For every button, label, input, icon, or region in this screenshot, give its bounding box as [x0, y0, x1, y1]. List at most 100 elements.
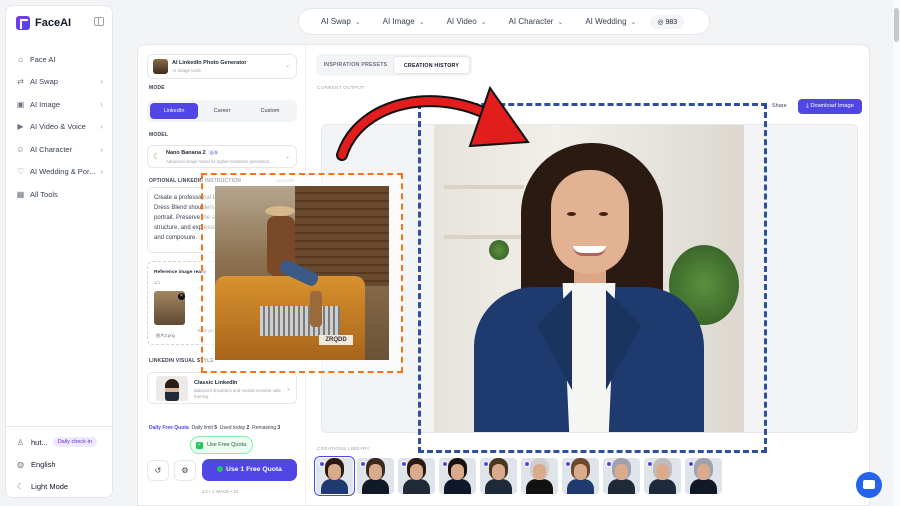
language-selector[interactable]: ◍ English	[6, 453, 112, 475]
tool-selector[interactable]: AI LinkedIn Photo Generator AI Image too…	[147, 54, 297, 79]
topnav-ai-image[interactable]: AI Image ⌄	[383, 17, 425, 26]
sidebar-item-ai-wedding[interactable]: ♡ AI Wedding & Por... ›	[6, 161, 112, 184]
swap-icon: ⇄	[17, 77, 24, 87]
sidebar-item-ai-video-voice[interactable]: ▶ AI Video & Voice ›	[6, 116, 112, 139]
library-thumbnail[interactable]	[685, 458, 722, 494]
visual-style-selector[interactable]: Classic LinkedIn Balanced shoulders and …	[147, 372, 297, 404]
history-badge-icon	[401, 461, 407, 467]
history-badge-icon	[565, 461, 571, 467]
sliders-icon: ⚙	[181, 466, 189, 475]
reset-button[interactable]: ↺	[147, 460, 169, 481]
chevron-down-icon: ⌄	[557, 19, 564, 26]
library-thumbnail[interactable]	[562, 458, 599, 494]
sidebar-item-ai-image[interactable]: ▣ AI Image ›	[6, 93, 112, 116]
library-thumbnail[interactable]	[398, 458, 435, 494]
library-thumbnail[interactable]	[644, 458, 681, 494]
sidebar-item-all-tools[interactable]: ▦ All Tools	[6, 183, 112, 206]
settings-button[interactable]: ⚙	[174, 460, 196, 481]
topnav-ai-wedding[interactable]: AI Wedding ⌄	[585, 17, 636, 26]
thumbnail-face	[328, 464, 341, 480]
top-nav: AI Swap ⌄ AI Image ⌄ AI Video ⌄ AI Characte…	[298, 8, 710, 35]
user-icon: ♙	[16, 437, 25, 447]
library-thumbnail[interactable]	[314, 456, 355, 496]
library-thumbnail[interactable]	[521, 458, 558, 494]
model-label: MODEL	[149, 132, 169, 138]
theme-label: Light Mode	[31, 481, 69, 491]
coin-icon	[217, 465, 224, 472]
reference-filename: 图片3.png	[156, 333, 175, 338]
use-free-quota-label: Use Free Quota	[207, 442, 247, 448]
topnav-ai-swap[interactable]: AI Swap ⌄	[321, 17, 361, 26]
quota-limit: 5	[214, 425, 218, 431]
moon-icon: ☾	[16, 481, 25, 491]
thumbnail-body	[649, 479, 676, 494]
credits-count: 983	[665, 18, 678, 26]
style-name: Classic LinkedIn	[194, 380, 238, 386]
chevron-down-icon: ⌄	[418, 19, 425, 26]
sidebar-item-ai-swap[interactable]: ⇄ AI Swap ›	[6, 71, 112, 94]
chevron-down-icon: ⌄	[354, 19, 361, 26]
chevron-down-icon: ⌄	[480, 19, 487, 26]
thumbnail-body	[362, 479, 389, 494]
theme-toggle[interactable]: ☾ Light Mode	[6, 475, 112, 497]
cowboy-hat	[265, 206, 295, 216]
sidebar-collapse-icon[interactable]	[94, 17, 104, 26]
credits-badge[interactable]: ◎ 983	[650, 14, 685, 29]
reset-icon: ↺	[154, 466, 162, 475]
chat-support-button[interactable]	[856, 472, 882, 498]
app-logo[interactable]: FaceAI	[16, 16, 71, 30]
library-thumbnail[interactable]	[603, 458, 640, 494]
use-free-quota-toggle[interactable]: ✓ Use Free Quota	[190, 436, 253, 454]
sidebar-item-label: All Tools	[30, 189, 58, 199]
app-name: FaceAI	[35, 17, 72, 29]
thumbnail-face	[533, 464, 546, 480]
scrollbar-thumb[interactable]	[894, 8, 899, 42]
banana-icon: ☾	[153, 152, 161, 161]
reference-count: 1/1	[154, 280, 161, 285]
tab-inspiration-presets[interactable]: INSPIRATION PRESETS	[318, 56, 393, 74]
history-badge-icon	[360, 461, 366, 467]
style-description: Balanced shoulders and neutral recruiter…	[194, 388, 281, 399]
checkbox-checked-icon: ✓	[196, 441, 203, 449]
thumbnail-face	[492, 464, 505, 480]
library-thumbnail[interactable]	[439, 458, 476, 494]
model-selector[interactable]: ☾ Nano Banana 2 ◎ 5 Advanced image model …	[147, 145, 297, 168]
thumbnail-body	[485, 479, 512, 494]
tool-thumbnail	[153, 59, 168, 74]
user-profile[interactable]: ♙ hut... Daily check-in	[6, 431, 112, 453]
thumbnail-body	[567, 479, 594, 494]
faceai-logo-icon	[16, 16, 30, 30]
thumbnail-face	[410, 464, 423, 480]
generation-footnote: 1/1 • 1 IMAGE • 10	[202, 489, 238, 494]
tab-creation-history[interactable]: CREATION HISTORY	[393, 56, 470, 74]
remove-reference-icon[interactable]: ×	[178, 293, 185, 300]
sidebar-item-label: Face AI	[30, 54, 56, 64]
download-image-button[interactable]: ⤓ Download Image	[798, 99, 862, 114]
history-badge-icon	[524, 461, 530, 467]
output-tabs: INSPIRATION PRESETS CREATION HISTORY	[316, 54, 472, 76]
library-thumbnail[interactable]	[480, 458, 517, 494]
topnav-ai-character[interactable]: AI Character ⌄	[509, 17, 564, 26]
thumbnail-face	[574, 464, 587, 480]
thumbnail-face	[369, 464, 382, 480]
topnav-ai-video[interactable]: AI Video ⌄	[447, 17, 487, 26]
tool-subtitle: AI Image tools	[172, 68, 201, 73]
mode-custom-button[interactable]: Custom	[246, 103, 294, 119]
language-label: English	[31, 459, 56, 469]
sidebar-item-label: AI Image	[30, 99, 61, 109]
generate-button[interactable]: Use 1 Free Quota	[202, 459, 297, 481]
sidebar-item-label: AI Swap	[30, 77, 58, 87]
share-button[interactable]: Share	[772, 103, 787, 109]
page-scrollbar[interactable]	[893, 0, 900, 506]
chevron-down-icon: ⌄	[630, 19, 637, 26]
mode-linkedin-button[interactable]: LinkedIn	[150, 103, 198, 119]
thumbnail-body	[526, 479, 553, 494]
daily-checkin-button[interactable]: Daily check-in	[52, 437, 97, 447]
library-thumbnail[interactable]	[357, 458, 394, 494]
sidebar-item-ai-character[interactable]: ☺ AI Character ›	[6, 138, 112, 161]
mode-career-button[interactable]: Career	[198, 103, 246, 119]
chevron-right-icon: ›	[100, 122, 103, 132]
thumbnail-body	[321, 479, 348, 494]
sidebar-item-face-ai[interactable]: ⌂ Face AI	[6, 48, 112, 71]
sidebar-footer: ♙ hut... Daily check-in ◍ English ☾ Ligh…	[6, 426, 112, 497]
